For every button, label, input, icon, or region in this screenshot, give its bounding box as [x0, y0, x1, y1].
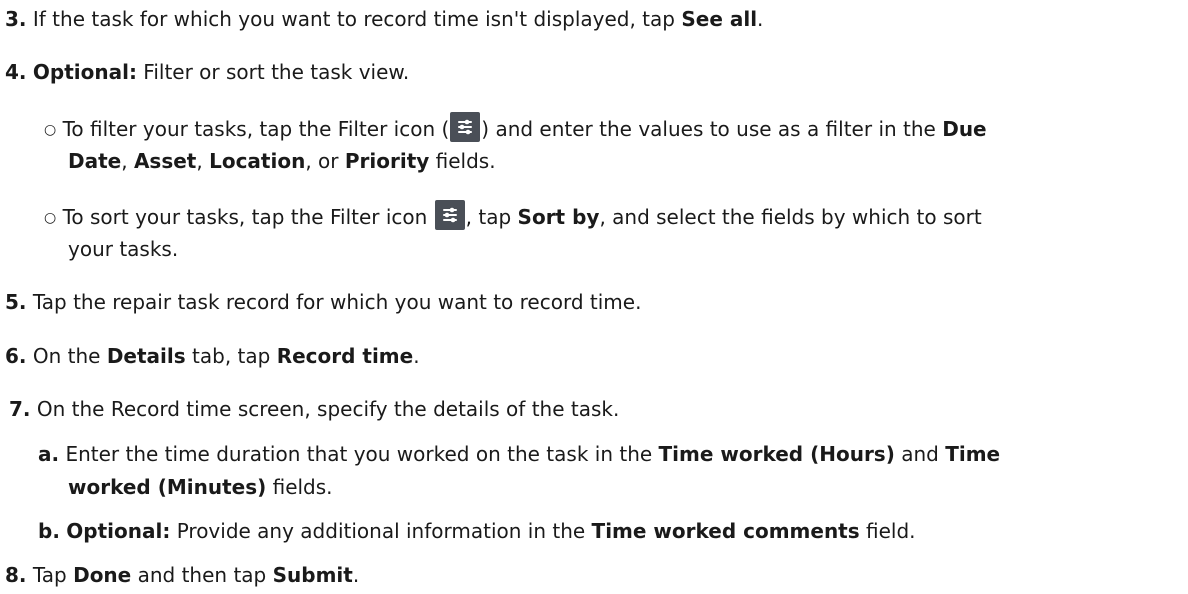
step-7a: a. Enter the time duration that you work…: [38, 442, 1001, 466]
step-number: 3.: [5, 7, 27, 31]
bullet-marker: ○: [44, 210, 57, 226]
bullet-marker: ○: [44, 122, 57, 138]
step-7a-cont: worked (Minutes) fields.: [68, 475, 333, 499]
optional-label: Optional:: [66, 519, 171, 543]
step-number: 5.: [5, 290, 27, 314]
step-3: 3. If the task for which you want to rec…: [5, 7, 764, 31]
step-4-sub-filter-cont: Date, Asset, Location, or Priority field…: [68, 149, 496, 173]
optional-label: Optional:: [32, 60, 137, 84]
see-all-term: See all: [681, 7, 758, 31]
filter-icon: [450, 112, 481, 142]
step-number: 7.: [9, 397, 31, 421]
filter-icon: [434, 200, 465, 230]
step-7: 7. On the Record time screen, specify th…: [9, 397, 620, 421]
instructions-document: 3. If the task for which you want to rec…: [0, 0, 1188, 594]
step-4-sub-sort: ○ To sort your tasks, tap the Filter ico…: [44, 200, 982, 235]
step-number: 8.: [5, 563, 27, 587]
step-number: 6.: [5, 344, 27, 368]
step-7b: b. Optional: Provide any additional info…: [38, 519, 916, 543]
step-4-sub-filter: ○ To filter your tasks, tap the Filter i…: [44, 112, 987, 147]
substep-letter: a.: [38, 442, 60, 466]
step-6: 6. On the Details tab, tap Record time.: [5, 344, 420, 368]
step-4: 4. Optional: Filter or sort the task vie…: [5, 60, 410, 84]
substep-letter: b.: [38, 519, 60, 543]
step-number: 4.: [5, 60, 27, 84]
step-8: 8. Tap Done and then tap Submit.: [5, 563, 360, 587]
step-4-sub-sort-cont: your tasks.: [68, 237, 179, 261]
step-5: 5. Tap the repair task record for which …: [5, 290, 642, 314]
